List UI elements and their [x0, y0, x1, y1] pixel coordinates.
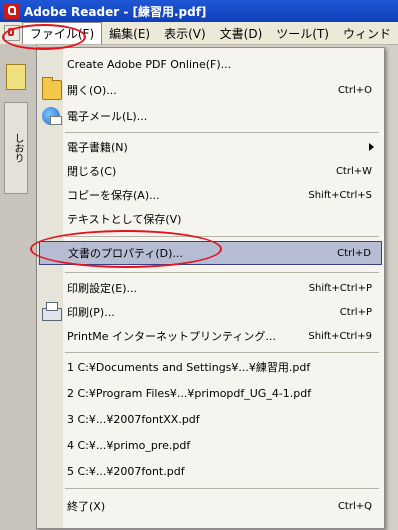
menu-item-save-copy[interactable]: コピーを保存(A)... Shift+Ctrl+S [37, 183, 384, 207]
menu-item-create-pdf-online[interactable]: Create Adobe PDF Online(F)... [37, 52, 384, 76]
menu-item-save-as-text[interactable]: テキストとして保存(V) [37, 207, 384, 231]
menu-separator [65, 272, 379, 273]
submenu-arrow-icon [369, 143, 374, 151]
menu-separator [65, 132, 379, 133]
menu-view[interactable]: 表示(V) [157, 23, 213, 44]
menubar: ファイル(F) 編集(E) 表示(V) 文書(D) ツール(T) ウィンド [0, 22, 398, 45]
menu-separator [65, 488, 379, 489]
menu-item-print[interactable]: 印刷(P)... Ctrl+P [37, 300, 384, 324]
bookmarks-tab[interactable]: しおり [4, 102, 28, 194]
file-menu-dropdown: Create Adobe PDF Online(F)... 開く(O)... C… [36, 47, 385, 529]
menu-item-recent-file-5[interactable]: 5 C:¥...¥2007font.pdf [37, 459, 384, 483]
open-folder-icon [42, 77, 62, 100]
document-menu-icon[interactable] [4, 25, 20, 41]
menu-tools[interactable]: ツール(T) [269, 23, 336, 44]
menu-item-ebook[interactable]: 電子書籍(N) [37, 135, 384, 159]
menu-item-recent-file-3[interactable]: 3 C:¥...¥2007fontXX.pdf [37, 407, 384, 431]
menu-separator [65, 352, 379, 353]
menu-item-printme[interactable]: PrintMe インターネットプリンティング... Shift+Ctrl+9 [37, 324, 384, 348]
menu-item-open[interactable]: 開く(O)... Ctrl+O [37, 77, 384, 102]
menu-item-email[interactable]: 電子メール(L)... [37, 104, 384, 128]
window-title: Adobe Reader - [練習用.pdf] [24, 4, 207, 19]
menu-item-page-setup[interactable]: 印刷設定(E)... Shift+Ctrl+P [37, 276, 384, 300]
menu-item-close[interactable]: 閉じる(C) Ctrl+W [37, 159, 384, 183]
pages-pane-icon[interactable] [6, 64, 26, 90]
menu-item-recent-file-1[interactable]: 1 C:¥Documents and Settings¥...¥練習用.pdf [37, 355, 384, 379]
adobe-reader-icon [4, 3, 20, 19]
menu-edit[interactable]: 編集(E) [102, 23, 157, 44]
menu-document[interactable]: 文書(D) [213, 23, 270, 44]
menu-file[interactable]: ファイル(F) [21, 22, 103, 44]
menu-item-recent-file-4[interactable]: 4 C:¥...¥primo_pre.pdf [37, 433, 384, 457]
menu-window[interactable]: ウィンド [336, 23, 398, 44]
menu-item-recent-file-2[interactable]: 2 C:¥Program Files¥...¥primopdf_UG_4-1.p… [37, 381, 384, 405]
menu-item-document-properties[interactable]: 文書のプロパティ(D)... Ctrl+D [39, 241, 382, 265]
printer-icon [42, 302, 62, 321]
menu-separator [65, 236, 379, 237]
email-icon [42, 107, 62, 125]
window-titlebar: Adobe Reader - [練習用.pdf] [0, 0, 398, 22]
navigation-pane: しおり [0, 44, 37, 530]
menu-item-exit[interactable]: 終了(X) Ctrl+Q [37, 494, 384, 518]
